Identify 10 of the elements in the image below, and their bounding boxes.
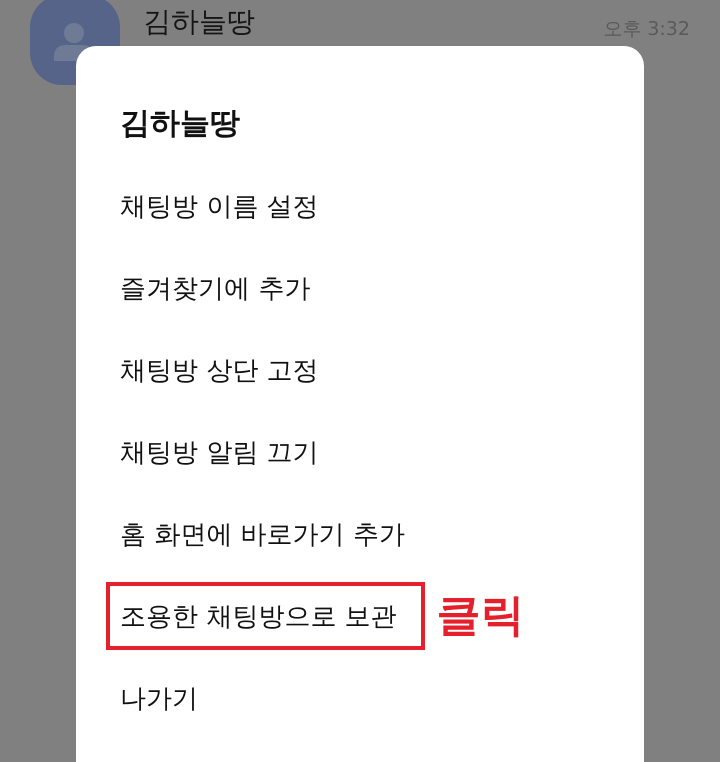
menu-item[interactable]: 나가기 [106,664,226,732]
menu-item[interactable]: 즐겨찾기에 추가 [106,254,338,322]
menu-item[interactable]: 채팅방 이름 설정 [106,172,347,240]
callout-label: 클릭 [436,590,525,642]
menu-item[interactable]: 채팅방 상단 고정 [106,336,347,404]
contact-name: 김하늘땅 [143,4,255,40]
menu-item[interactable]: 조용한 채팅방으로 보관 [106,582,425,650]
menu-item[interactable]: 홈 화면에 바로가기 추가 [106,500,433,568]
menu-item[interactable]: 채팅방 알림 끄기 [106,418,347,486]
dialog-title: 김하늘땅 [119,106,241,142]
